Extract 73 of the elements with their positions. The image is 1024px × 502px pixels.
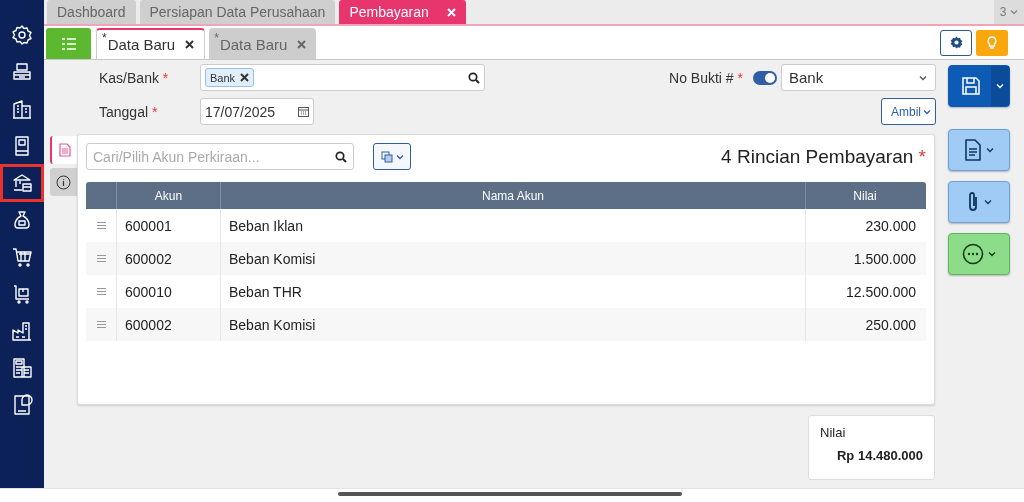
chevron-down-icon [996,83,1004,89]
info-icon [56,174,71,190]
copy-dropdown-button[interactable] [373,143,411,170]
drag-handle-icon[interactable] [96,288,106,295]
drag-handle-icon[interactable] [96,321,106,328]
table-cell-text: 230.000 [864,216,917,236]
field-label: Tanggal * [99,103,159,120]
chevron-down-icon [988,251,996,257]
selected-chip[interactable]: Bank [205,68,255,87]
drag-handle-icon[interactable] [96,222,106,229]
save-icon [961,76,981,96]
chevron-down-icon [923,108,931,115]
lightbulb-icon [986,35,998,50]
chevron-down-icon [986,147,994,153]
column-header: Nama Akun [221,182,806,209]
chart-document-icon [11,394,33,416]
chevron-down-icon [1010,9,1019,15]
column-header: Nilai [852,187,878,205]
account-select-field[interactable]: Bank [200,64,485,91]
document-tab[interactable]: *Data Baru [96,28,206,59]
top-tab[interactable]: Dashboard [47,0,136,24]
toggle-switch[interactable] [753,70,777,85]
cart-icon [11,246,33,268]
table-cell: 600002 [117,242,221,275]
table-cell-text: 250.000 [864,315,917,335]
document-menu-button[interactable] [948,129,1010,171]
printer-icon [11,61,33,83]
table-cell: 600002 [117,308,221,341]
copy-icon [380,150,393,163]
top-tab[interactable]: Persiapan Data Perusahaan [139,0,336,24]
chevron-down-icon [919,74,927,81]
field-label: No Bukti # * [669,69,743,86]
more-icon [962,243,984,265]
column-header: Akun [117,182,221,209]
close-icon[interactable] [240,73,250,82]
table-cell: Beban Komisi [221,242,806,275]
document-icon [964,139,982,161]
close-icon[interactable] [185,40,195,49]
number-select-field[interactable]: Bank [781,64,936,91]
search-icon [468,71,480,84]
calendar-icon [298,106,309,117]
settings-icon [949,36,963,49]
save-button[interactable] [948,65,1010,107]
field-label: Kas/Bank * [99,69,170,86]
list-icon [60,36,77,51]
settings-button[interactable] [940,29,972,56]
settings-icon [11,24,33,46]
table-cell: Beban Komisi [221,308,806,341]
building-icon [11,98,33,120]
total-value: Rp 14.480.000 [837,448,923,463]
section-title: 4 Rincian Pembayaran * [721,145,926,168]
chevron-down-icon [984,199,992,205]
document-icon [58,143,71,157]
table-cell-text: 1.500.000 [852,249,917,269]
factory-icon [11,320,33,342]
money-bag-icon [11,209,33,231]
chevron-down-icon [395,153,404,160]
search-icon [335,150,347,163]
attachment-menu-button[interactable] [948,181,1010,223]
ambil-dropdown-button[interactable]: Ambil [881,98,936,125]
tax-document-icon [11,357,33,379]
side-tab[interactable] [50,168,77,196]
paperclip-icon [966,191,980,213]
date-field[interactable]: 17/07/2025 [200,98,314,125]
total-label: Nilai [820,425,847,440]
bank-icon [11,172,33,194]
drag-handle-icon[interactable] [96,255,106,262]
sidebar-item[interactable] [0,164,44,202]
more-menu-button[interactable] [948,233,1010,275]
table-cell-text: 12.500.000 [844,282,917,302]
document-tab[interactable]: *Data Baru [209,28,317,59]
side-tab[interactable] [50,136,77,164]
top-tab[interactable]: Pembayaran [339,0,466,24]
